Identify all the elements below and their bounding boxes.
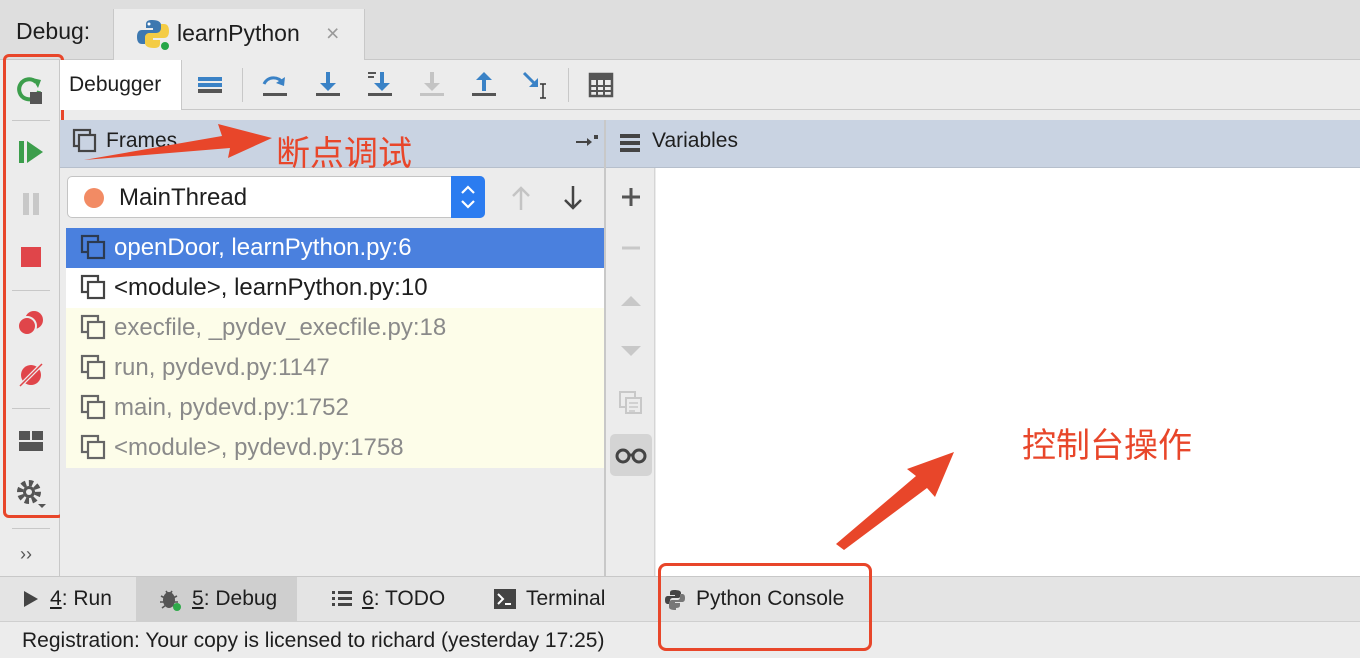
triangle-up-icon bbox=[621, 296, 641, 306]
debug-title: Debug: bbox=[16, 18, 91, 44]
copy-watch-button[interactable] bbox=[610, 382, 652, 424]
thread-name: MainThread bbox=[119, 184, 248, 211]
annotation-arrow-frames bbox=[84, 124, 272, 160]
frame-icon bbox=[80, 234, 106, 260]
variables-toolbar bbox=[606, 168, 655, 576]
arrow-down-icon[interactable] bbox=[560, 184, 586, 212]
play-icon bbox=[24, 591, 38, 607]
pin-icon[interactable] bbox=[574, 132, 600, 152]
debugger-toolbar: Debugger bbox=[60, 60, 1360, 110]
show-execution-point-button[interactable] bbox=[190, 66, 230, 104]
frame-item-library[interactable]: <module>, pydevd.py:1758 bbox=[66, 428, 604, 468]
tab-debug-number: 5 bbox=[192, 587, 204, 610]
frame-label: main, pydevd.py:1752 bbox=[114, 394, 349, 421]
step-out-icon bbox=[472, 72, 496, 96]
tab-todo[interactable]: 6: TODO bbox=[332, 577, 445, 621]
add-watch-button[interactable] bbox=[610, 176, 652, 218]
frame-item-library[interactable]: run, pydevd.py:1147 bbox=[66, 348, 604, 388]
frame-icon bbox=[80, 394, 106, 420]
run-to-cursor-icon bbox=[522, 71, 546, 99]
frame-item-library[interactable]: execfile, _pydev_execfile.py:18 bbox=[66, 308, 604, 348]
frame-item[interactable]: <module>, learnPython.py:10 bbox=[66, 268, 604, 308]
tab-terminal[interactable]: Terminal bbox=[494, 577, 605, 621]
tab-run[interactable]: 4: Run bbox=[22, 577, 112, 621]
tab-label: learnPython bbox=[177, 20, 300, 46]
python-icon bbox=[137, 20, 169, 50]
tab-run-number: 4 bbox=[50, 587, 62, 610]
triangle-down-icon bbox=[621, 346, 641, 356]
bug-icon bbox=[160, 590, 181, 611]
frame-item-library[interactable]: main, pydevd.py:1752 bbox=[66, 388, 604, 428]
move-up-button[interactable] bbox=[610, 279, 652, 321]
annotation-arrow-console bbox=[836, 452, 954, 550]
annotation-console-operation: 控制台操作 bbox=[1022, 427, 1192, 465]
console-annotation-box bbox=[658, 563, 872, 651]
tab-debugger[interactable]: Debugger bbox=[60, 60, 182, 110]
step-over-button[interactable] bbox=[255, 66, 295, 104]
force-step-into-button[interactable] bbox=[412, 66, 452, 104]
glasses-icon bbox=[615, 448, 647, 464]
list-icon bbox=[332, 591, 352, 606]
tab-todo-number: 6 bbox=[362, 587, 374, 610]
tab-terminal-label: Terminal bbox=[526, 587, 606, 610]
frame-icon bbox=[80, 434, 106, 460]
frame-label: <module>, pydevd.py:1758 bbox=[114, 434, 404, 461]
frame-label: execfile, _pydev_execfile.py:18 bbox=[114, 314, 447, 341]
step-over-icon bbox=[262, 76, 287, 96]
step-into-button[interactable] bbox=[308, 66, 348, 104]
remove-watch-button[interactable] bbox=[610, 227, 652, 269]
run-to-cursor-button[interactable] bbox=[516, 66, 556, 104]
step-into-icon bbox=[316, 72, 340, 96]
toolbar-annotation-box bbox=[3, 54, 64, 518]
step-into-my-code-icon bbox=[368, 72, 392, 96]
step-out-button[interactable] bbox=[464, 66, 504, 104]
copy-icon bbox=[619, 391, 642, 414]
move-down-button[interactable] bbox=[610, 330, 652, 372]
tab-debugger-label: Debugger bbox=[69, 73, 162, 96]
tab-debug[interactable]: 5: Debug bbox=[136, 577, 298, 621]
variables-header: Variables bbox=[605, 120, 1360, 168]
frame-label: openDoor, learnPython.py:6 bbox=[114, 234, 412, 261]
frame-icon bbox=[80, 354, 106, 380]
thread-selector[interactable]: MainThread bbox=[67, 176, 485, 218]
tab-debug-label: : Debug bbox=[203, 587, 278, 610]
execution-point-icon bbox=[198, 77, 222, 93]
calculator-icon bbox=[588, 72, 614, 98]
show-watches-toggle[interactable] bbox=[610, 434, 652, 476]
status-text: Registration: Your copy is licensed to r… bbox=[22, 629, 605, 652]
frames-panel: MainThread openDoor, learnPython.py:6 <m… bbox=[60, 168, 604, 576]
minus-icon bbox=[622, 246, 640, 250]
step-into-my-code-button[interactable] bbox=[360, 66, 400, 104]
more-icon[interactable]: ›› bbox=[20, 544, 32, 565]
annotation-breakpoint-debug: 断点调试 bbox=[276, 135, 412, 173]
arrow-up-icon[interactable] bbox=[508, 184, 534, 212]
thread-status-icon bbox=[84, 188, 104, 208]
frame-label: run, pydevd.py:1147 bbox=[114, 354, 330, 381]
variables-area bbox=[656, 168, 1360, 576]
evaluate-expression-button[interactable] bbox=[581, 66, 621, 104]
force-step-into-icon bbox=[420, 72, 444, 96]
variables-icon bbox=[620, 134, 640, 152]
frame-icon bbox=[80, 314, 106, 340]
chevron-updown-icon bbox=[461, 185, 475, 209]
frame-icon bbox=[80, 274, 106, 300]
thread-dropdown-button[interactable] bbox=[451, 176, 485, 218]
tab-todo-label: : TODO bbox=[373, 587, 446, 610]
frame-item-selected[interactable]: openDoor, learnPython.py:6 bbox=[66, 228, 604, 268]
frame-label: <module>, learnPython.py:10 bbox=[114, 274, 428, 301]
tab-run-label: : Run bbox=[61, 587, 112, 610]
variables-title: Variables bbox=[652, 129, 738, 152]
tab-learnpython[interactable]: learnPython × bbox=[113, 9, 365, 60]
close-icon[interactable]: × bbox=[326, 20, 339, 47]
plus-icon bbox=[622, 188, 640, 206]
debug-header: Debug: learnPython × bbox=[0, 0, 1360, 60]
terminal-icon bbox=[494, 589, 516, 609]
